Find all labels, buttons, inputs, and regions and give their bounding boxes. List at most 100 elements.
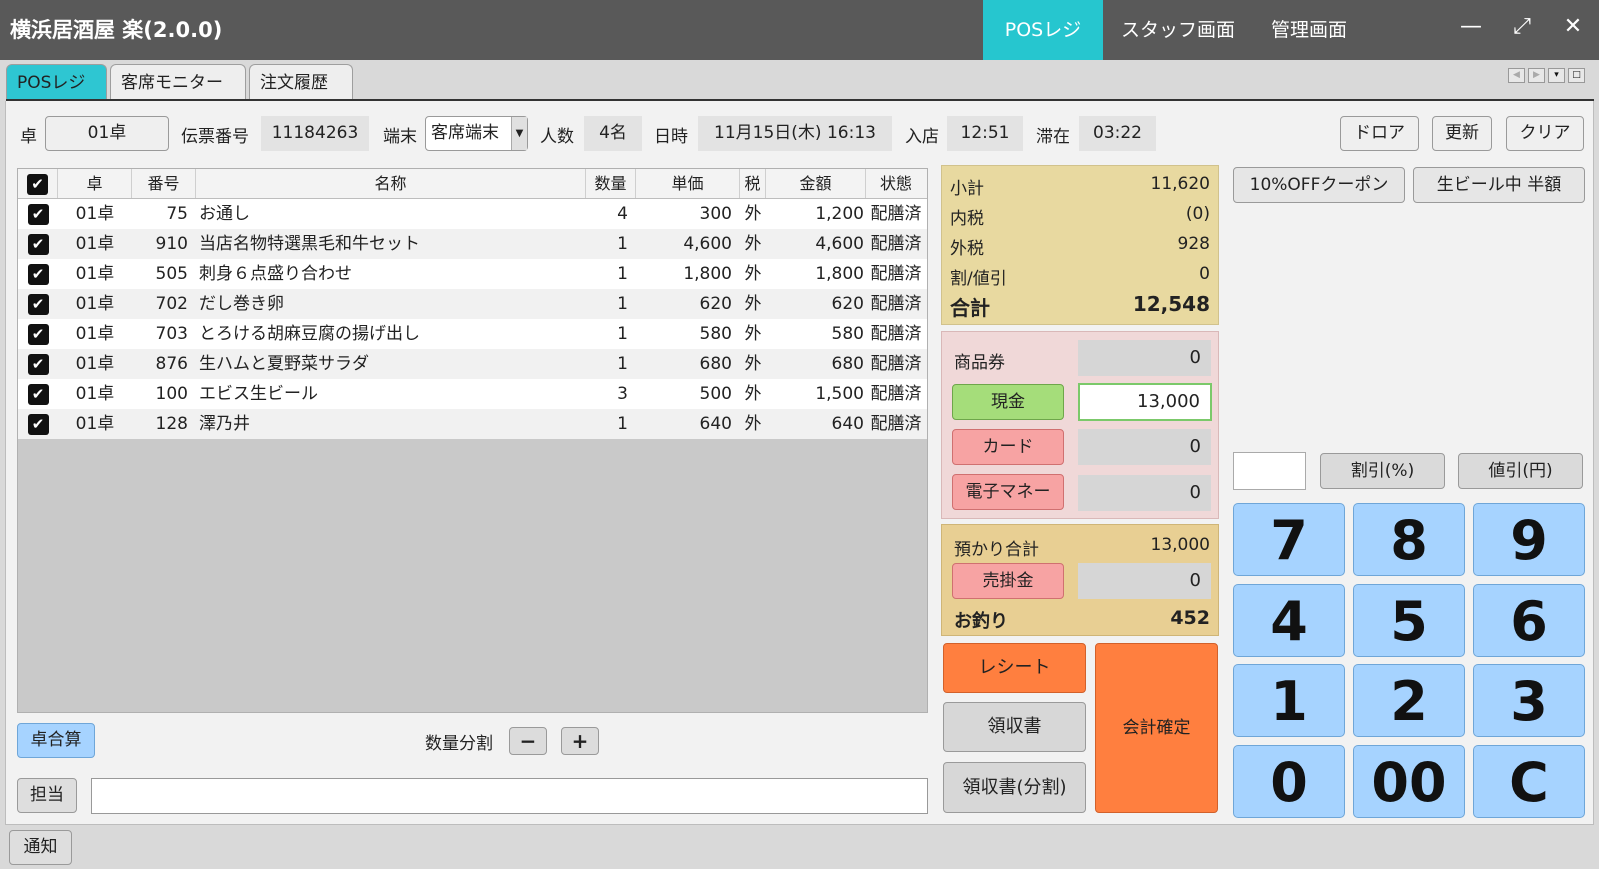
dropdown-icon[interactable]: ▾ xyxy=(1548,68,1565,83)
cell-table: 01卓 xyxy=(75,204,115,224)
cell-amount: 1,800 xyxy=(815,264,864,284)
row-checkbox[interactable]: ✔ xyxy=(18,229,58,259)
coupon-beer-half-button[interactable]: 生ビール中 半額 xyxy=(1413,167,1585,203)
nav-admin-screen[interactable]: 管理画面 xyxy=(1253,0,1365,60)
keypad-key-0[interactable]: 0 xyxy=(1233,745,1345,818)
row-checkbox[interactable]: ✔ xyxy=(18,379,58,409)
column-header[interactable]: 金額 xyxy=(766,169,866,198)
cash-input[interactable]: 13,000 xyxy=(1078,383,1212,421)
column-header[interactable]: 名称 xyxy=(196,169,586,198)
row-checkbox[interactable]: ✔ xyxy=(18,349,58,379)
qty-minus-button[interactable]: − xyxy=(509,727,547,755)
cell-status: 配膳済 xyxy=(870,234,922,254)
row-checkbox[interactable]: ✔ xyxy=(18,199,58,229)
column-header[interactable]: 状態 xyxy=(866,169,926,198)
cell-table: 01卓 xyxy=(75,414,115,434)
receipt-button[interactable]: レシート xyxy=(943,643,1086,693)
table-row[interactable]: ✔ 01卓 505 刺身６点盛り合わせ 1 1,800 外 1,800 配膳済 xyxy=(18,259,927,289)
discount-percent-button[interactable]: 割引(%) xyxy=(1320,453,1445,489)
invoice-button[interactable]: 領収書 xyxy=(943,702,1086,752)
cash-button[interactable]: 現金 xyxy=(952,384,1064,420)
table-row[interactable]: ✔ 01卓 702 だし巻き卵 1 620 外 620 配膳済 xyxy=(18,289,927,319)
select-all-checkbox[interactable]: ✔ xyxy=(18,169,58,198)
column-header[interactable]: 数量 xyxy=(586,169,636,198)
keypad-key-7[interactable]: 7 xyxy=(1233,503,1345,576)
terminal-select-value: 客席端末 xyxy=(431,123,499,143)
keypad-key-2[interactable]: 2 xyxy=(1353,664,1465,737)
cell-item-number: 505 xyxy=(155,264,188,284)
coupon-10off-button[interactable]: 10%OFFクーポン xyxy=(1233,167,1405,203)
keypad-key-3[interactable]: 3 xyxy=(1473,664,1585,737)
qty-plus-button[interactable]: + xyxy=(561,727,599,755)
cell-tax: 外 xyxy=(744,324,762,344)
row-checkbox[interactable]: ✔ xyxy=(18,259,58,289)
terminal-select[interactable]: 客席端末 ▼ xyxy=(425,116,528,151)
cell-unit-price: 300 xyxy=(699,204,732,224)
invoice-split-button[interactable]: 領収書(分割) xyxy=(943,762,1086,813)
cell-item-name: エビス生ビール xyxy=(199,384,318,404)
subtotal-label: 小計 xyxy=(950,179,984,199)
clear-button[interactable]: クリア xyxy=(1506,116,1584,151)
table-row[interactable]: ✔ 01卓 876 生ハムと夏野菜サラダ 1 680 外 680 配膳済 xyxy=(18,349,927,379)
nav-staff-screen[interactable]: スタッフ画面 xyxy=(1103,0,1253,60)
column-header[interactable]: 卓 xyxy=(58,169,132,198)
emoney-field[interactable]: 0 xyxy=(1078,475,1211,511)
minimize-icon[interactable]: — xyxy=(1454,14,1488,39)
cell-quantity: 1 xyxy=(617,324,628,344)
check-icon: ✔ xyxy=(27,204,49,225)
column-header[interactable]: 税 xyxy=(740,169,766,198)
cell-item-name: 当店名物特選黒毛和牛セット xyxy=(199,234,420,254)
keypad-key-1[interactable]: 1 xyxy=(1233,664,1345,737)
row-checkbox[interactable]: ✔ xyxy=(18,319,58,349)
keypad-key-4[interactable]: 4 xyxy=(1233,584,1345,657)
top-nav: POSレジ スタッフ画面 管理画面 xyxy=(983,0,1365,60)
discount-input[interactable] xyxy=(1233,452,1306,490)
close-icon[interactable]: ✕ xyxy=(1556,14,1590,39)
table-select-button[interactable]: 01卓 xyxy=(45,116,169,151)
keypad-key-00[interactable]: 00 xyxy=(1353,745,1465,818)
tab-pos-register[interactable]: POSレジ xyxy=(6,64,107,99)
table-row[interactable]: ✔ 01卓 100 エビス生ビール 3 500 外 1,500 配膳済 xyxy=(18,379,927,409)
column-header[interactable]: 番号 xyxy=(132,169,196,198)
table-row[interactable]: ✔ 01卓 128 澤乃井 1 640 外 640 配膳済 xyxy=(18,409,927,439)
table-row[interactable]: ✔ 01卓 703 とろける胡麻豆腐の揚げ出し 1 580 外 580 配膳済 xyxy=(18,319,927,349)
people-label: 人数 xyxy=(540,127,574,147)
scroll-left-icon[interactable]: ◀ xyxy=(1508,68,1525,83)
table-row[interactable]: ✔ 01卓 910 当店名物特選黒毛和牛セット 1 4,600 外 4,600 配膳済 xyxy=(18,229,927,259)
cell-tax: 外 xyxy=(744,234,762,254)
keypad-key-9[interactable]: 9 xyxy=(1473,503,1585,576)
table-row[interactable]: ✔ 01卓 75 お通し 4 300 外 1,200 配膳済 xyxy=(18,199,927,229)
tab-order-history[interactable]: 注文履歴 xyxy=(249,64,353,99)
column-header[interactable]: 単価 xyxy=(636,169,740,198)
credit-button[interactable]: 売掛金 xyxy=(952,563,1064,599)
nav-pos-register[interactable]: POSレジ xyxy=(983,0,1103,60)
drawer-button[interactable]: ドロア xyxy=(1340,116,1419,151)
restore-icon[interactable]: □ xyxy=(1568,68,1585,83)
scroll-right-icon[interactable]: ▶ xyxy=(1528,68,1545,83)
keypad-key-C[interactable]: C xyxy=(1473,745,1585,818)
cell-item-number: 910 xyxy=(155,234,188,254)
cell-item-name: とろける胡麻豆腐の揚げ出し xyxy=(199,324,420,344)
table-merge-button[interactable]: 卓合算 xyxy=(17,723,95,758)
card-button[interactable]: カード xyxy=(952,429,1064,465)
slip-number-value: 11184263 xyxy=(261,116,369,151)
credit-field[interactable]: 0 xyxy=(1078,563,1211,599)
keypad-key-5[interactable]: 5 xyxy=(1353,584,1465,657)
staff-input[interactable] xyxy=(91,778,928,814)
cell-status: 配膳済 xyxy=(870,204,922,224)
voucher-field[interactable]: 0 xyxy=(1078,340,1211,376)
maximize-icon[interactable]: ⤢ xyxy=(1505,14,1539,39)
emoney-button[interactable]: 電子マネー xyxy=(952,474,1064,510)
discount-yen-button[interactable]: 値引(円) xyxy=(1458,453,1583,489)
change-value: 452 xyxy=(1170,607,1210,629)
keypad-key-8[interactable]: 8 xyxy=(1353,503,1465,576)
keypad-key-6[interactable]: 6 xyxy=(1473,584,1585,657)
notify-button[interactable]: 通知 xyxy=(9,830,72,865)
row-checkbox[interactable]: ✔ xyxy=(18,409,58,439)
card-field[interactable]: 0 xyxy=(1078,429,1211,465)
row-checkbox[interactable]: ✔ xyxy=(18,289,58,319)
refresh-button[interactable]: 更新 xyxy=(1432,116,1492,151)
staff-button[interactable]: 担当 xyxy=(17,778,77,813)
confirm-payment-button[interactable]: 会計確定 xyxy=(1095,643,1218,813)
tab-seat-monitor[interactable]: 客席モニター xyxy=(110,64,246,99)
